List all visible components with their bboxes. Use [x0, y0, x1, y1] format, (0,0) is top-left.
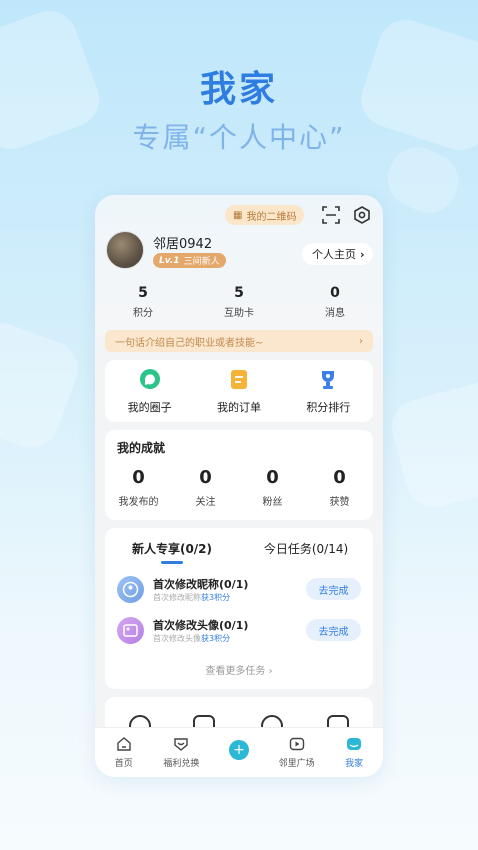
scan-icon[interactable]	[321, 205, 341, 225]
achievement-label: 关注	[195, 497, 216, 508]
tab-label: 邻里广场	[278, 759, 315, 769]
tab-newcomer[interactable]: 新人专享(0/2)	[105, 540, 239, 564]
task-reward: 获3积分	[201, 634, 231, 643]
achievement-followers[interactable]: 0 粉丝	[239, 467, 306, 508]
bottom-tab-bar: 首页 福利兑换 + 邻里广场 我家	[95, 727, 383, 777]
plus-icon: +	[228, 740, 249, 760]
background-decoration	[385, 376, 478, 514]
stat-help-cards[interactable]: 5 互助卡	[191, 285, 287, 319]
stat-label: 积分	[133, 308, 153, 319]
achievement-posts[interactable]: 0 我发布的	[105, 467, 172, 508]
avatar[interactable]	[106, 231, 144, 269]
stat-label: 互助卡	[224, 308, 254, 319]
settings-icon[interactable]	[352, 205, 372, 225]
level-name: 三间新人	[183, 257, 220, 267]
self-intro-bar[interactable]: 一句话介绍自己的职业或者技能~ ›	[105, 330, 373, 352]
shortcuts-card: 我的圈子 我的订单 积分排行	[105, 360, 373, 422]
tab-publish[interactable]: +	[210, 728, 268, 777]
tab-neighborhood-square[interactable]: 邻里广场	[268, 728, 326, 777]
gift-icon	[172, 735, 190, 753]
complete-task-button[interactable]: 去完成	[306, 578, 361, 600]
achievement-likes[interactable]: 0 获赞	[306, 467, 373, 508]
achievement-label: 粉丝	[262, 497, 283, 508]
achievements-row: 0 我发布的 0 关注 0 粉丝 0 获赞	[105, 467, 373, 508]
background-decoration	[0, 314, 86, 456]
stat-label: 消息	[325, 308, 345, 319]
stat-value: 5	[234, 285, 244, 301]
task-title: 首次修改昵称(0/1)	[153, 578, 249, 591]
tab-label: 我家	[345, 759, 364, 769]
tasks-card: 新人专享(0/2) 今日任务(0/14) 首次修改昵称(0/1) 首次修改昵称获…	[105, 528, 373, 689]
tab-daily-tasks[interactable]: 今日任务(0/14)	[239, 540, 373, 557]
circle-icon	[139, 368, 161, 390]
personal-homepage-label: 个人主页	[312, 248, 356, 261]
achievement-label: 获赞	[329, 497, 350, 508]
achievement-following[interactable]: 0 关注	[172, 467, 239, 508]
task-desc-text: 首次修改昵称	[153, 593, 201, 602]
stat-points[interactable]: 5 积分	[95, 285, 191, 319]
stat-messages[interactable]: 0 消息	[287, 285, 383, 319]
tab-label: 福利兑换	[163, 759, 200, 769]
level-badge: Lv.1 三间新人	[153, 253, 226, 268]
qr-code-icon: ▦	[233, 209, 243, 221]
task-desc-text: 首次修改头像	[153, 634, 201, 643]
edit-avatar-icon	[117, 617, 144, 644]
stat-value: 0	[330, 285, 340, 301]
view-more-tasks-link[interactable]: 查看更多任务 ›	[105, 662, 373, 677]
personal-homepage-button[interactable]: 个人主页 ›	[302, 243, 373, 265]
my-circles-button[interactable]: 我的圈子	[105, 368, 194, 422]
stat-value: 5	[138, 285, 148, 301]
level-tag: Lv.1	[159, 255, 180, 266]
stats-row: 5 积分 5 互助卡 0 消息	[95, 285, 383, 319]
complete-task-button[interactable]: 去完成	[306, 619, 361, 641]
achievement-value: 0	[132, 467, 145, 488]
achievement-value: 0	[266, 467, 279, 488]
edit-nickname-icon	[117, 576, 144, 603]
achievements-card: 我的成就 0 我发布的 0 关注 0 粉丝 0 获赞	[105, 430, 373, 520]
task-reward: 获3积分	[201, 593, 231, 602]
points-ranking-button[interactable]: 积分排行	[284, 368, 373, 422]
order-icon	[228, 368, 250, 390]
hero-subtitle: 专属“个人中心”	[132, 121, 346, 154]
achievement-value: 0	[333, 467, 346, 488]
task-tabs: 新人专享(0/2) 今日任务(0/14)	[105, 540, 373, 564]
trophy-icon	[317, 368, 339, 390]
shortcut-label: 我的圈子	[127, 401, 172, 414]
video-square-icon	[288, 735, 306, 753]
my-orders-button[interactable]: 我的订单	[194, 368, 283, 422]
my-home-icon	[345, 735, 363, 753]
task-title: 首次修改头像(0/1)	[153, 619, 249, 632]
qr-code-label: 我的二维码	[246, 211, 297, 223]
shortcut-label: 我的订单	[216, 401, 261, 414]
my-qr-code-button[interactable]: ▦ 我的二维码	[225, 205, 305, 225]
home-icon	[115, 735, 133, 753]
task-item: 首次修改头像(0/1) 首次修改头像获3积分 去完成	[117, 615, 361, 645]
chevron-right-icon: ›	[360, 247, 365, 261]
tab-rewards[interactable]: 福利兑换	[153, 728, 211, 777]
shortcut-label: 积分排行	[306, 401, 351, 414]
hero-title: 我家	[199, 69, 278, 110]
tab-home[interactable]: 首页	[95, 728, 153, 777]
task-desc: 首次修改头像获3积分	[153, 633, 230, 644]
self-intro-text: 一句话介绍自己的职业或者技能~	[115, 337, 264, 349]
achievement-value: 0	[199, 467, 212, 488]
nickname: 邻居0942	[153, 237, 213, 252]
task-desc: 首次修改昵称获3积分	[153, 592, 230, 603]
phone-screen: ▦ 我的二维码 邻居0942 Lv.1 三间新人 个人主页 › 5 积分 5 互…	[95, 195, 383, 777]
achievements-title: 我的成就	[117, 441, 166, 455]
tab-label: 首页	[114, 759, 133, 769]
task-item: 首次修改昵称(0/1) 首次修改昵称获3积分 去完成	[117, 574, 361, 604]
chevron-right-icon: ›	[359, 335, 363, 347]
achievement-label: 我发布的	[118, 497, 159, 508]
tab-my-home[interactable]: 我家	[325, 728, 383, 777]
